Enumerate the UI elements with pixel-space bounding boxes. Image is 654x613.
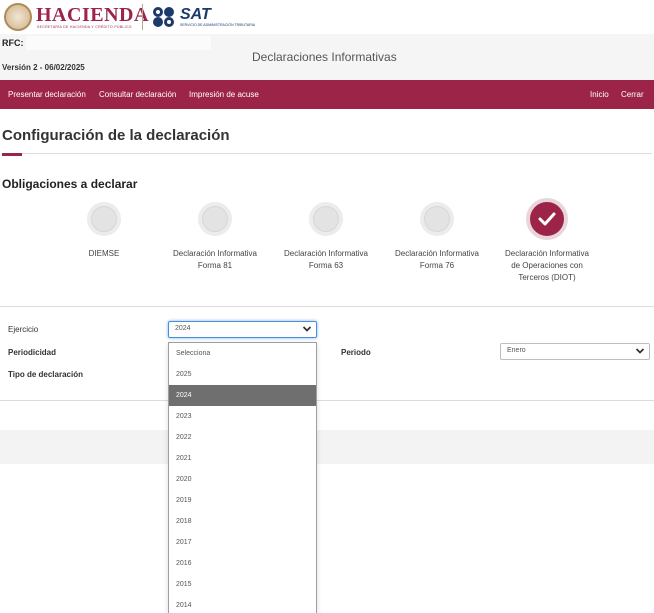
form-divider: [0, 400, 654, 401]
logo-bar: HACIENDA SECRETARÍA DE HACIENDA Y CRÉDIT…: [0, 0, 654, 34]
rfc-label: RFC:: [2, 38, 24, 48]
page-title: Configuración de la declaración: [2, 127, 230, 144]
rfc-value: [26, 36, 211, 50]
step-forma63-circle[interactable]: [309, 202, 343, 236]
dropdown-option[interactable]: Selecciona: [169, 343, 316, 364]
tipo-declaracion-label: Tipo de declaración: [8, 370, 83, 379]
logo-divider: [142, 4, 143, 30]
step-forma76-label: Declaración Informativa Forma 76: [394, 249, 480, 270]
step-diemse-circle[interactable]: [87, 202, 121, 236]
step-diot-circle[interactable]: [526, 198, 568, 240]
dropdown-option[interactable]: 2018: [169, 511, 316, 532]
dropdown-option[interactable]: 2023: [169, 406, 316, 427]
dropdown-option-selected[interactable]: 2024: [169, 385, 316, 406]
step-forma63-label: Declaración Informativa Forma 63: [283, 249, 369, 270]
section-divider: [0, 306, 654, 307]
nav-impresion-acuse[interactable]: Impresión de acuse: [189, 90, 259, 99]
dropdown-option[interactable]: 2020: [169, 469, 316, 490]
step-diemse-label: DIEMSE: [88, 249, 120, 258]
periodo-select[interactable]: Enero: [500, 343, 650, 360]
main-navbar: Presentar declaración Consultar declarac…: [0, 80, 654, 109]
version-text: Versión 2 - 06/02/2025: [2, 63, 85, 72]
dropdown-option[interactable]: 2022: [169, 427, 316, 448]
dropdown-option[interactable]: 2016: [169, 553, 316, 574]
step-diot-label: Declaración Informativa de Operaciones c…: [504, 249, 590, 282]
ejercicio-select[interactable]: 2024: [168, 321, 317, 338]
mexico-seal-icon: [4, 3, 32, 31]
nav-inicio[interactable]: Inicio: [590, 90, 609, 99]
periodo-label: Periodo: [341, 348, 371, 357]
nav-consultar-declaracion[interactable]: Consultar declaración: [99, 90, 176, 99]
checkmark-icon: [538, 212, 556, 226]
dropdown-option[interactable]: 2021: [169, 448, 316, 469]
ejercicio-value: 2024: [175, 325, 191, 332]
periodo-value: Enero: [507, 347, 526, 354]
hacienda-tagline: SECRETARÍA DE HACIENDA Y CRÉDITO PÚBLICO: [37, 25, 132, 29]
dropdown-option[interactable]: 2015: [169, 574, 316, 595]
app-title: Declaraciones Informativas: [252, 50, 397, 64]
chevron-down-icon: [302, 326, 312, 332]
heading-accent: [2, 153, 22, 156]
nav-cerrar[interactable]: Cerrar: [621, 90, 644, 99]
nav-presentar-declaracion[interactable]: Presentar declaración: [8, 90, 86, 99]
ejercicio-label: Ejercicio: [8, 325, 39, 334]
footer-band: [0, 430, 654, 464]
section-title: Obligaciones a declarar: [2, 177, 138, 191]
hacienda-logo: HACIENDA: [36, 4, 149, 26]
ejercicio-dropdown-list[interactable]: Selecciona 2025 2024 2023 2022 2021 2020…: [168, 342, 317, 613]
sat-tagline: SERVICIO DE ADMINISTRACIÓN TRIBUTARIA: [180, 23, 256, 27]
dropdown-option[interactable]: 2017: [169, 532, 316, 553]
step-forma81-circle[interactable]: [198, 202, 232, 236]
page-header: HACIENDA SECRETARÍA DE HACIENDA Y CRÉDIT…: [0, 0, 654, 80]
sat-mark-icon: [153, 7, 174, 27]
heading-divider: [2, 153, 652, 154]
step-forma81-label: Declaración Informativa Forma 81: [172, 249, 258, 270]
dropdown-option[interactable]: 2025: [169, 364, 316, 385]
dropdown-option[interactable]: 2019: [169, 490, 316, 511]
periodicidad-label: Periodicidad: [8, 348, 57, 357]
sat-logo: SAT: [180, 6, 211, 23]
chevron-down-icon: [635, 348, 645, 354]
step-forma76-circle[interactable]: [420, 202, 454, 236]
dropdown-option[interactable]: 2014: [169, 595, 316, 613]
